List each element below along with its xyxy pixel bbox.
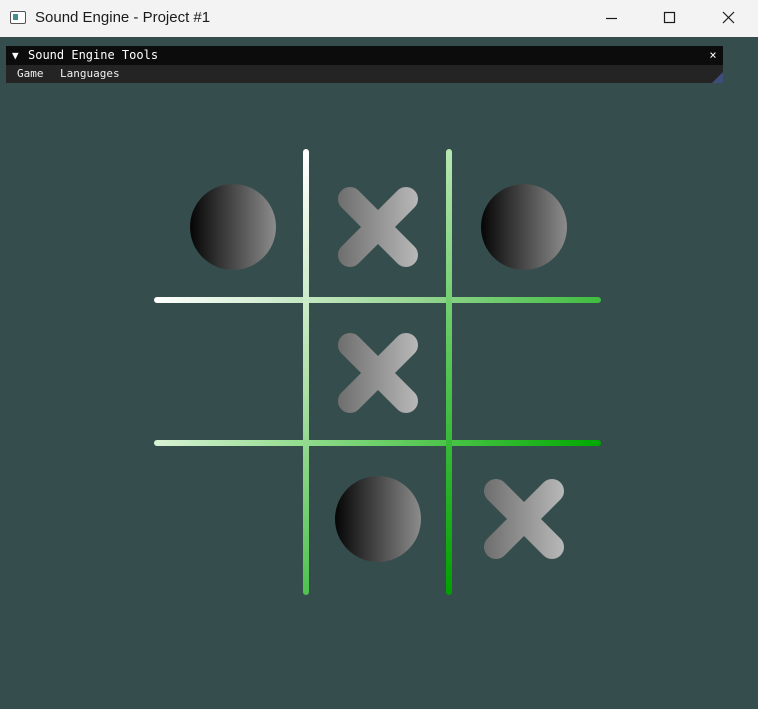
x-mark-r1c2[interactable] bbox=[338, 187, 418, 267]
o-mark-r3c2[interactable] bbox=[335, 476, 421, 562]
x-mark-r2c2[interactable] bbox=[338, 333, 418, 413]
o-mark-r1c3[interactable] bbox=[481, 184, 567, 270]
tic-tac-toe-board[interactable] bbox=[0, 0, 758, 709]
app-window: Sound Engine - Project #1 ▼ Sound Engine… bbox=[0, 0, 758, 709]
x-mark-r3c3[interactable] bbox=[484, 479, 564, 559]
o-mark-r1c1[interactable] bbox=[190, 184, 276, 270]
